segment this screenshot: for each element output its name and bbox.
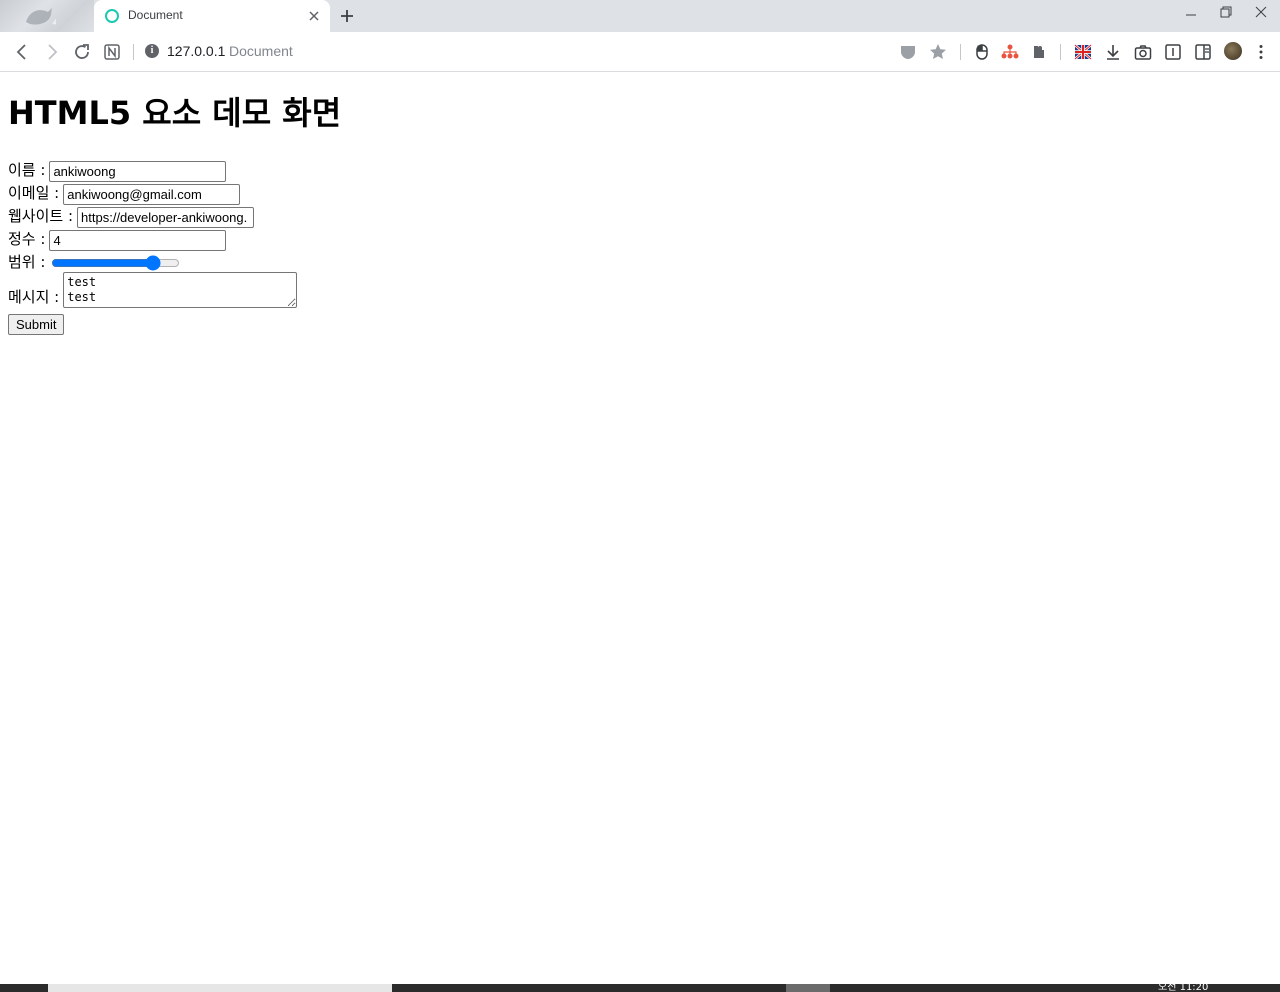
side-panel-icon[interactable] xyxy=(1193,42,1213,62)
reader-mode-icon[interactable] xyxy=(1163,42,1183,62)
email-label: 이메일 : xyxy=(8,184,60,202)
restore-icon[interactable] xyxy=(1218,4,1234,20)
new-tab-icon[interactable] xyxy=(338,7,356,25)
puzzle-extension-icon[interactable] xyxy=(1028,42,1048,62)
browser-toolbar: i 127.0.0.1 Document xyxy=(0,32,1280,72)
email-input[interactable] xyxy=(63,183,241,205)
back-icon[interactable] xyxy=(12,42,32,62)
email-row: 이메일 : xyxy=(8,183,241,205)
tab-title: Document xyxy=(128,8,183,22)
shield-icon[interactable] xyxy=(898,42,918,62)
name-input[interactable] xyxy=(49,160,227,182)
page-heading: HTML5 요소 데모 화면 xyxy=(8,94,342,132)
uk-flag-icon[interactable] xyxy=(1073,42,1093,62)
toolbar-divider xyxy=(960,44,961,60)
submit-button[interactable]: Submit xyxy=(8,314,65,335)
message-textarea[interactable]: test test xyxy=(63,272,298,308)
reload-icon[interactable] xyxy=(72,42,92,62)
website-input[interactable] xyxy=(77,206,255,228)
toolbar-divider xyxy=(1060,44,1061,60)
bird-icon xyxy=(26,8,56,25)
site-info-icon[interactable]: i xyxy=(145,44,159,58)
page-content: HTML5 요소 데모 화면 이름 : 이메일 : 웹사이트 : 정수 : 범위… xyxy=(8,72,1272,335)
address-host[interactable]: 127.0.0.1 xyxy=(167,43,225,59)
close-window-icon[interactable] xyxy=(1253,4,1269,20)
website-row: 웹사이트 : xyxy=(8,206,255,228)
mouse-icon[interactable] xyxy=(972,42,992,62)
tab-favicon-icon xyxy=(105,9,119,23)
name-label: 이름 : xyxy=(8,161,46,179)
tab-strip-theme-art xyxy=(0,0,94,32)
tab-close-icon[interactable] xyxy=(306,8,322,24)
message-label: 메시지 : xyxy=(8,288,60,306)
integer-row: 정수 : xyxy=(8,229,227,251)
extension-n-icon[interactable] xyxy=(102,42,122,62)
bookmark-star-icon[interactable] xyxy=(928,42,948,62)
download-icon[interactable] xyxy=(1103,42,1123,62)
name-row: 이름 : xyxy=(8,160,227,182)
website-label: 웹사이트 : xyxy=(8,207,74,225)
address-page-title[interactable]: Document xyxy=(229,43,293,59)
range-slider[interactable] xyxy=(51,255,181,272)
taskbar-search-box[interactable] xyxy=(48,984,392,992)
message-row: 메시지 : test test xyxy=(8,272,298,308)
toolbar-divider xyxy=(133,44,134,60)
integer-label: 정수 : xyxy=(8,230,46,248)
camera-icon[interactable] xyxy=(1133,42,1153,62)
taskbar-clock: 오전 11:20 xyxy=(1158,984,1209,992)
tab-strip: Document xyxy=(0,0,1280,32)
active-tab[interactable]: Document xyxy=(94,0,330,32)
taskbar-app-button[interactable] xyxy=(786,984,830,992)
profile-avatar[interactable] xyxy=(1224,42,1242,60)
submit-row: Submit xyxy=(8,314,65,335)
minimize-icon[interactable] xyxy=(1183,4,1199,20)
sitemap-icon[interactable] xyxy=(1000,42,1020,62)
more-menu-icon[interactable] xyxy=(1251,42,1271,62)
range-row: 범위 : xyxy=(8,252,182,273)
range-label: 범위 : xyxy=(8,253,46,271)
os-taskbar: 오전 11:20 xyxy=(0,984,1280,992)
forward-icon[interactable] xyxy=(42,42,62,62)
integer-input[interactable] xyxy=(49,229,227,251)
